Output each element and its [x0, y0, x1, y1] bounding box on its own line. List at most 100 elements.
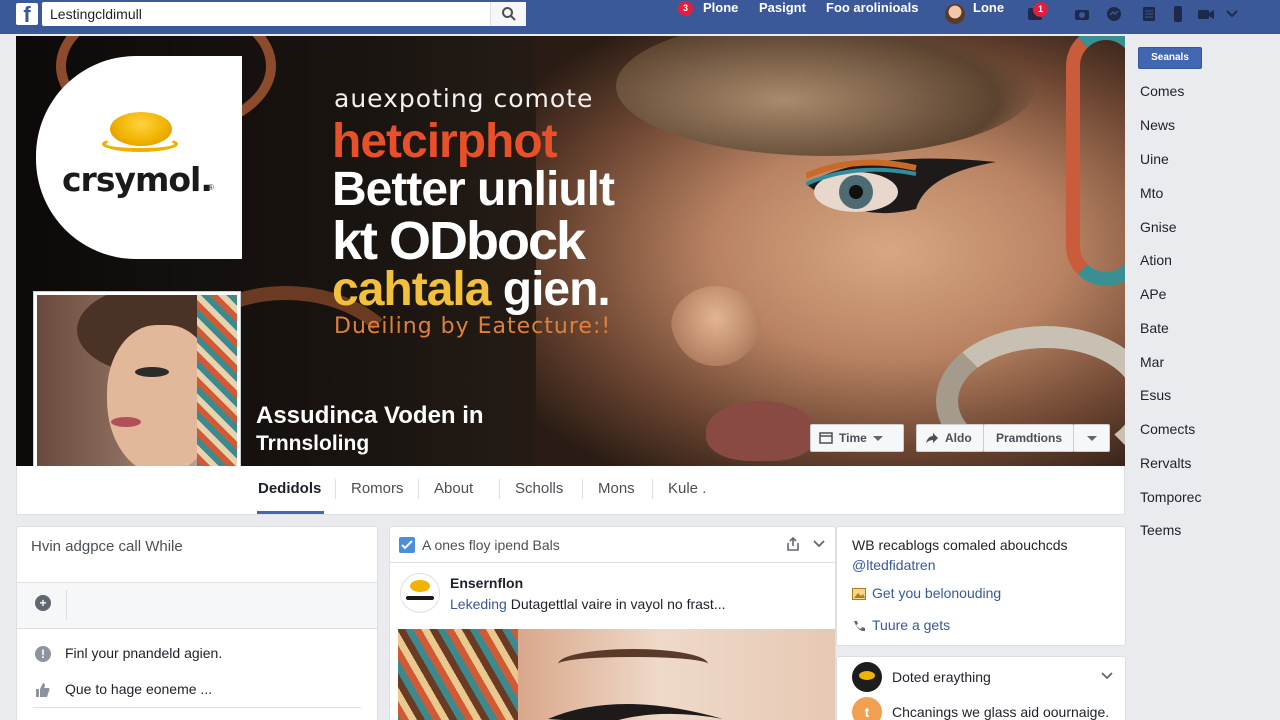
logo-wordmark	[406, 596, 434, 600]
checkbox-icon[interactable]	[399, 537, 415, 553]
tab-romors[interactable]: Romors	[351, 480, 404, 497]
tab-mons[interactable]: Mons	[598, 480, 635, 497]
search-button[interactable]	[490, 2, 526, 26]
tab-divider	[582, 479, 583, 499]
more-options-button[interactable]	[1073, 424, 1110, 452]
nav-item-lone[interactable]: Lone	[973, 0, 1004, 28]
promotions-button[interactable]: Pramdtions	[983, 424, 1074, 452]
list-item[interactable]: Que to hage eoneme ...	[35, 681, 212, 698]
post-card: A ones floy ipend Bals Ensernflon Lekedi…	[389, 526, 836, 720]
list-item-label: Que to hage eoneme ...	[65, 681, 213, 697]
sidebar-item[interactable]: Rervalts	[1140, 455, 1191, 471]
post-eye	[548, 704, 723, 720]
time-button[interactable]: Time	[810, 424, 904, 452]
post-image[interactable]	[398, 629, 835, 720]
info-icon: !	[35, 646, 51, 663]
cover-headline-tail: gien.	[490, 263, 611, 316]
profile-eye	[135, 367, 169, 377]
post-author-avatar[interactable]	[400, 573, 440, 613]
nav-item-foo-arolinioals[interactable]: Foo arolinioals	[826, 0, 918, 28]
image-icon	[852, 588, 866, 601]
calendar-icon	[819, 432, 833, 444]
cover-eye	[806, 158, 996, 214]
video-icon[interactable]	[1196, 5, 1216, 23]
share-arrow-icon	[926, 432, 938, 443]
page-tabs: Dedidols Romors About Scholls Mons Kule …	[16, 466, 1125, 515]
sidebar-item[interactable]: Uine	[1140, 151, 1169, 167]
sidebar-item[interactable]: Comects	[1140, 421, 1195, 437]
tab-scholls[interactable]: Scholls	[515, 480, 563, 497]
user-avatar[interactable]	[945, 4, 965, 24]
chevron-down-icon	[1086, 436, 1097, 442]
sidebar-item[interactable]: Bate	[1140, 320, 1169, 336]
nav-item-plone[interactable]: Plone	[703, 0, 738, 28]
post-meta-text: Dutagettlal vaire in vayol no frast...	[506, 596, 726, 612]
left-card-title: Hvin adgpce call While	[31, 538, 183, 555]
cover-nose	[671, 286, 761, 366]
sidebar-item[interactable]: Gnise	[1140, 219, 1177, 235]
activity-item[interactable]: Doted eraything	[892, 669, 991, 685]
activity-card: Doted eraything t Chcanings we glass aid…	[836, 656, 1126, 720]
search-box	[42, 2, 526, 26]
chevron-down-icon[interactable]	[1101, 671, 1113, 681]
list-item-label: Finl your pnandeld agien.	[65, 645, 223, 661]
post-card-title: A ones floy ipend Bals	[422, 537, 560, 553]
activity-avatar	[852, 662, 882, 692]
nav-item-pasignt[interactable]: Pasignt	[759, 0, 806, 28]
divider	[390, 562, 835, 563]
info-link-label: Get you belonouding	[872, 585, 1002, 601]
right-sidebar: Seanals Comes News Uine Mto Gnise Ation …	[1126, 36, 1280, 720]
cover-headline-line-5: cahtala gien.	[332, 262, 611, 317]
notifications-list-icon[interactable]	[1139, 5, 1159, 23]
search-input[interactable]	[42, 2, 490, 26]
messages-badge: 1	[1033, 2, 1048, 17]
page-info-card: WB recablogs comaled abouchcds @ltedfida…	[836, 526, 1126, 646]
logo-sun-icon	[410, 580, 430, 592]
home-icon[interactable]	[677, 8, 691, 22]
sidebar-search-button[interactable]: Seanals	[1138, 47, 1202, 69]
sidebar-item[interactable]: Ation	[1140, 252, 1172, 268]
messenger-icon[interactable]	[1104, 5, 1124, 23]
share-button[interactable]: Aldo	[916, 424, 984, 452]
promotions-button-label: Pramdtions	[996, 431, 1063, 445]
search-icon	[502, 7, 516, 21]
camera-icon[interactable]	[1072, 5, 1092, 23]
chevron-down-icon[interactable]	[1226, 9, 1238, 19]
phone-icon[interactable]	[1168, 5, 1188, 23]
facebook-logo-icon[interactable]: f	[16, 3, 38, 25]
post-eyebrow	[558, 649, 708, 679]
activity-item[interactable]: Chcanings we glass aid oournaige.	[892, 704, 1109, 720]
left-info-card: Hvin adgpce call While + ! Finl your pnan…	[16, 526, 378, 720]
logo-text: crsymol.	[62, 160, 213, 199]
info-link-label: Tuure a gets	[872, 617, 951, 633]
tab-more[interactable]: Kule .	[668, 480, 706, 497]
divider	[33, 707, 361, 708]
sidebar-item[interactable]: Teems	[1140, 522, 1181, 538]
chevron-down-icon[interactable]	[813, 539, 825, 549]
sidebar-item[interactable]: Tomporec	[1140, 489, 1201, 505]
page-handle[interactable]: @ltedfidatren	[852, 557, 935, 573]
logo-ring-icon	[102, 136, 178, 152]
page-category: Trnnsloling	[256, 432, 370, 455]
info-link[interactable]: Get you belonouding	[852, 585, 1001, 601]
thumbs-up-icon	[36, 683, 50, 698]
info-link[interactable]: Tuure a gets	[852, 617, 950, 633]
active-tab-indicator	[257, 511, 324, 514]
tab-divider	[652, 479, 653, 499]
post-meta-link[interactable]: Lekeding	[450, 596, 507, 612]
sidebar-item[interactable]: Comes	[1140, 83, 1184, 99]
add-button[interactable]: +	[33, 590, 67, 620]
tab-dedidols[interactable]: Dedidols	[258, 480, 321, 497]
sidebar-item[interactable]: Esus	[1140, 387, 1171, 403]
sidebar-item[interactable]: News	[1140, 117, 1175, 133]
profile-lips	[111, 417, 141, 427]
share-icon[interactable]	[785, 536, 801, 552]
post-author-name[interactable]: Ensernflon	[450, 575, 523, 591]
list-item[interactable]: ! Finl your pnandeld agien.	[35, 645, 223, 663]
sidebar-item[interactable]: Mar	[1140, 354, 1164, 370]
tab-about[interactable]: About	[434, 480, 473, 497]
sidebar-item[interactable]: APe	[1140, 286, 1166, 302]
tab-divider	[335, 479, 336, 499]
sidebar-item[interactable]: Mto	[1140, 185, 1163, 201]
cover-headline-line-2: hetcirphot	[332, 115, 558, 168]
